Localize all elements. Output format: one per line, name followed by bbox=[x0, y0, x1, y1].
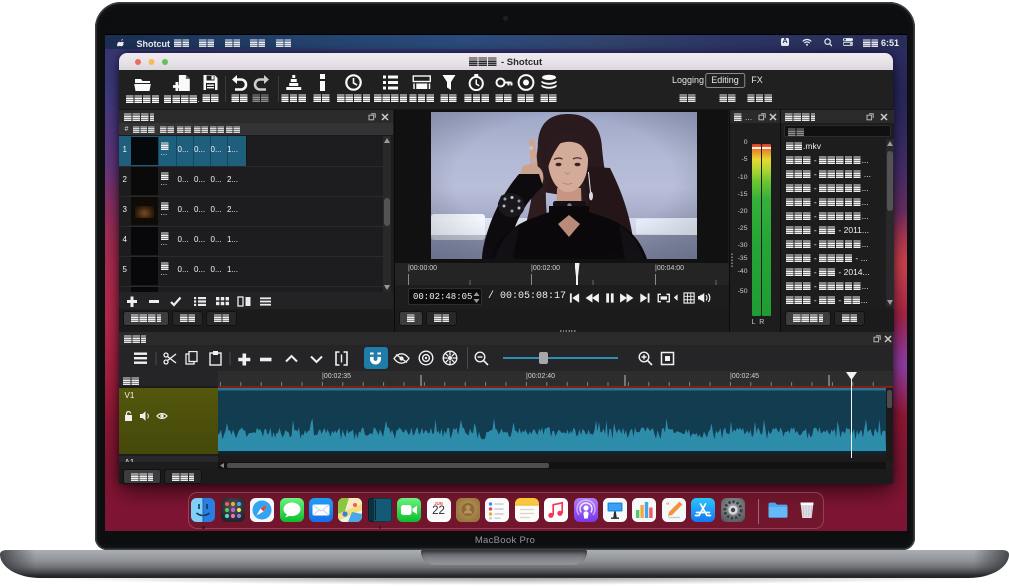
svg-text:“: “ bbox=[666, 501, 670, 509]
